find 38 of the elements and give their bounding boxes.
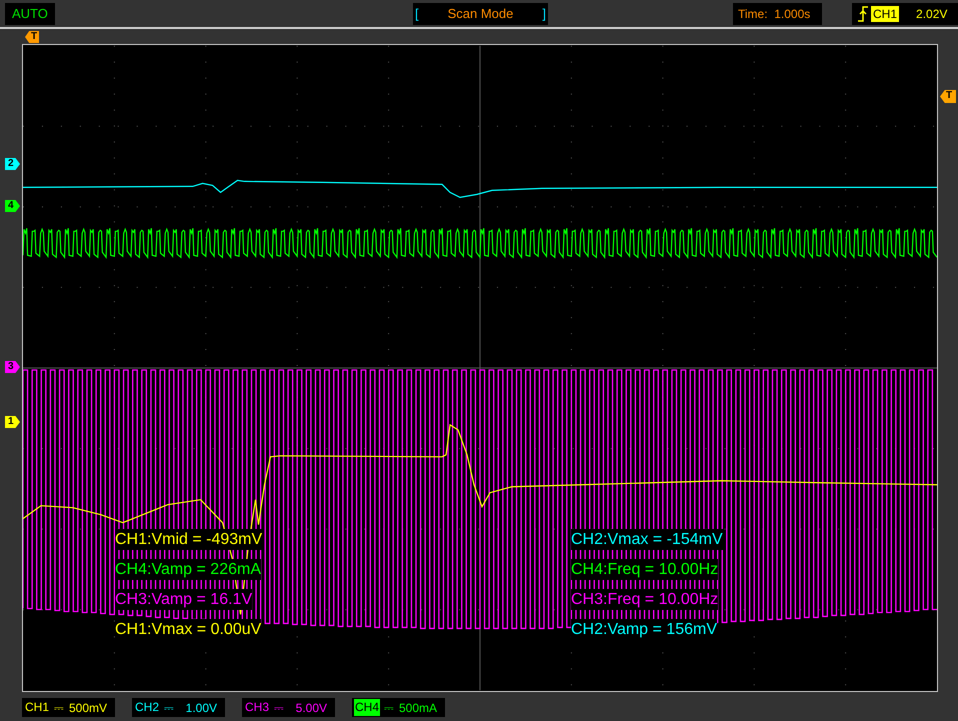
channel-scale[interactable]: CH3 ⎓ 5.00V (242, 698, 335, 717)
channel-scale-value: 5.00V (296, 700, 327, 716)
channel-scale[interactable]: CH1 ⎓ 500mV (22, 698, 115, 717)
channel-label: CH2 (134, 699, 160, 716)
coupling-symbol: ⎓ (54, 700, 64, 716)
scan-mode: Scan Mode (448, 5, 514, 24)
channel-marker[interactable]: 3 (5, 361, 20, 373)
channel-marker[interactable]: 4 (5, 200, 20, 212)
bracket: [ (415, 5, 419, 24)
channel-scale-value: 500mA (398, 700, 437, 716)
measurement-readout: CH1:Vmid = -493mV (115, 529, 262, 550)
rising-edge-icon (858, 6, 868, 22)
channel-scale-value: 500mV (68, 700, 107, 716)
trigger-channel: CH1 (871, 6, 900, 22)
measurement-readout: CH3:Vamp = 16.1V (115, 589, 252, 610)
trigger-level: 2.02V (916, 6, 948, 23)
measurement-readout: CH3:Freq = 10.00Hz (571, 589, 718, 610)
measurement-readout: CH2:Vmax = -154mV (571, 529, 723, 550)
measurement-readout: CH2:Vamp = 156mV (571, 619, 717, 640)
channel-scale[interactable]: CH4 ⎓ 500mA (352, 698, 445, 717)
trigger-marker[interactable]: T (25, 31, 39, 43)
acquire-mode: AUTO (5, 3, 55, 25)
bracket: ] (542, 5, 546, 24)
channel-label: CH1 (24, 699, 50, 716)
coupling-symbol: ⎓ (164, 700, 174, 716)
coupling-symbol: ⎓ (274, 700, 284, 716)
channel-label: CH4 (354, 699, 380, 716)
time-base: Time: 1.000s (733, 3, 822, 25)
trigger-marker[interactable]: T (940, 90, 956, 103)
coupling-symbol: ⎓ (384, 700, 394, 716)
measurement-readout: CH1:Vmax = 0.00uV (115, 619, 262, 640)
channel-marker[interactable]: 2 (5, 158, 20, 170)
channel-scale-value: 1.00V (186, 700, 217, 716)
measurement-readout: CH4:Vamp = 226mA (115, 559, 261, 580)
channel-marker[interactable]: 1 (5, 416, 20, 428)
measurement-readout: CH4:Freq = 10.00Hz (571, 559, 718, 580)
channel-scale[interactable]: CH2 ⎓ 1.00V (132, 698, 225, 717)
channel-label: CH3 (244, 699, 270, 716)
